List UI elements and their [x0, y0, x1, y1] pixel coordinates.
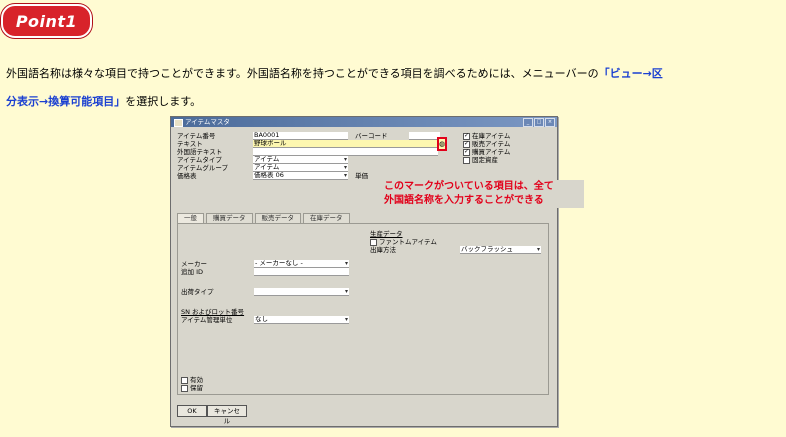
item-no-field[interactable]: BA0001: [253, 132, 348, 140]
shipping-type-label: 出荷タイプ: [181, 288, 214, 296]
close-button[interactable]: ×: [545, 118, 555, 127]
check-label: 保留: [190, 384, 203, 392]
window-title: アイテムマスタ: [185, 118, 230, 126]
item-type-label: アイテムタイプ: [177, 156, 222, 164]
intro-menu-path-1: 「ビュー→区: [598, 67, 663, 80]
callout-line-1: このマークがついている項目は、全て: [384, 181, 554, 192]
checkbox-icon: [181, 376, 188, 384]
general-tab-panel: 生産データ ファントムアイテム 出庫方法 バックフラッシュ メーカー - メーカ…: [177, 223, 549, 395]
maker-label: メーカー: [181, 260, 207, 268]
barcode-field[interactable]: [409, 132, 440, 140]
check-label: 在庫アイテム: [472, 132, 511, 140]
callout-line-2: 外国語名称を入力することができる: [384, 195, 544, 206]
tab-purchasing[interactable]: 購買データ: [206, 213, 253, 223]
checkbox-icon: [370, 238, 377, 246]
checkbox-icon: [463, 140, 470, 148]
issue-method-label: 出庫方法: [370, 246, 396, 254]
check-sales-item[interactable]: 販売アイテム: [463, 140, 510, 148]
window-app-icon: [174, 119, 183, 127]
issue-method-select[interactable]: バックフラッシュ: [460, 246, 541, 254]
intro-text-2: を選択します。: [125, 95, 202, 108]
minimize-button[interactable]: _: [523, 118, 533, 127]
check-fixed-asset[interactable]: 固定資産: [463, 156, 498, 164]
tab-general[interactable]: 一般: [177, 213, 204, 223]
text-label: テキスト: [177, 140, 203, 148]
production-data-heading: 生産データ: [370, 230, 403, 238]
tab-strip: 一般 購買データ 販売データ 在庫データ: [177, 213, 350, 223]
checkbox-icon: [463, 156, 470, 164]
price-list-label: 価格表: [177, 172, 197, 180]
window-titlebar[interactable]: アイテムマスタ _ □ ×: [171, 117, 557, 127]
tab-inventory[interactable]: 在庫データ: [303, 213, 350, 223]
item-group-select[interactable]: アイテム: [253, 164, 348, 172]
intro-menu-path-2: 分表示→換算可能項目」: [6, 95, 126, 108]
shipping-type-select[interactable]: [254, 288, 349, 296]
foreign-text-field[interactable]: [253, 148, 438, 156]
check-purchase-item[interactable]: 購買アイテム: [463, 148, 510, 156]
sn-batch-heading: SN およびロット番号: [181, 308, 245, 316]
item-master-window: アイテムマスタ _ □ × アイテム番号 BA0001 バーコード テキスト 野…: [170, 116, 558, 427]
intro-text-1: 外国語名称は様々な項目で持つことができます。外国語名称を持つことができる項目を調…: [6, 67, 599, 80]
intro-paragraph: 外国語名称は様々な項目で持つことができます。外国語名称を持つことができる項目を調…: [6, 60, 782, 116]
tab-sales[interactable]: 販売データ: [254, 213, 301, 223]
maker-select[interactable]: - メーカーなし -: [254, 260, 349, 268]
extra-id-field[interactable]: [254, 268, 349, 276]
check-label: ファントムアイテム: [379, 238, 437, 246]
item-type-select[interactable]: アイテム: [253, 156, 348, 164]
check-label: 固定資産: [472, 156, 498, 164]
callout-annotation: このマークがついている項目は、全て 外国語名称を入力することができる: [384, 180, 584, 208]
item-mgmt-select[interactable]: なし: [254, 316, 349, 324]
point-badge: Point1: [1, 4, 92, 38]
check-label: 購買アイテム: [472, 148, 511, 156]
unit-price-label: 単価: [355, 172, 368, 180]
check-phantom-item[interactable]: ファントムアイテム: [370, 238, 437, 246]
ok-button[interactable]: OK: [177, 405, 207, 417]
item-mgmt-label: アイテム管理単位: [181, 316, 233, 324]
barcode-label: バーコード: [355, 132, 388, 140]
text-field[interactable]: 野球ボール: [253, 140, 438, 148]
foreign-name-globe-icon[interactable]: ◍: [437, 137, 447, 151]
checkbox-icon: [463, 132, 470, 140]
foreign-text-label: 外国語テキスト: [177, 148, 223, 156]
check-hold[interactable]: 保留: [181, 384, 203, 392]
extra-id-label: 追加 ID: [181, 268, 203, 276]
checkbox-icon: [181, 384, 188, 392]
cancel-button[interactable]: キャンセル: [207, 405, 247, 425]
checkbox-icon: [463, 148, 470, 156]
maximize-button[interactable]: □: [534, 118, 544, 127]
price-list-select[interactable]: 価格表 06: [253, 172, 348, 180]
item-group-label: アイテムグループ: [177, 164, 228, 172]
check-label: 有効: [190, 376, 203, 384]
check-inventory-item[interactable]: 在庫アイテム: [463, 132, 510, 140]
check-active[interactable]: 有効: [181, 376, 203, 384]
item-no-label: アイテム番号: [177, 132, 216, 140]
check-label: 販売アイテム: [472, 140, 511, 148]
